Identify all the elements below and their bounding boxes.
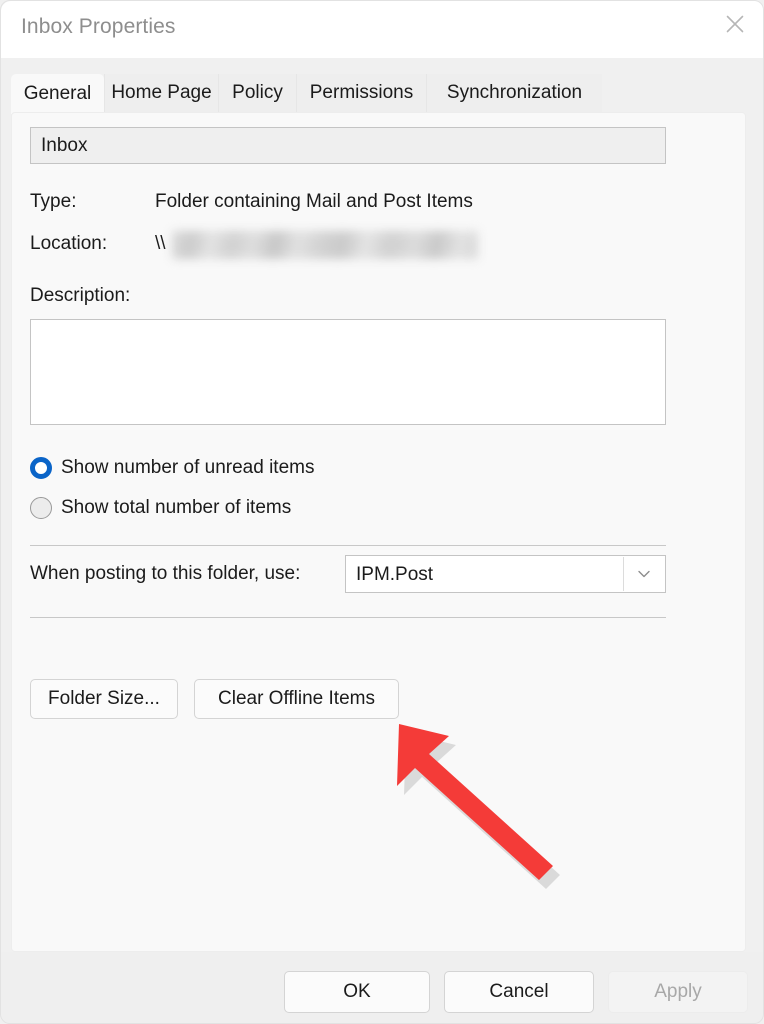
description-input[interactable] [30,319,666,425]
ok-button[interactable]: OK [284,971,430,1013]
page-title: Inbox Properties [21,15,176,38]
posting-selected-value: IPM.Post [356,564,434,585]
location-value: \\ [155,233,166,254]
type-value: Folder containing Mail and Post Items [155,191,473,212]
general-tab-panel: Inbox Type: Folder containing Mail and P… [11,112,746,952]
location-redacted-blur [172,231,478,259]
tab-synchronization[interactable]: Synchronization [426,74,602,112]
chevron-down-icon[interactable] [623,557,664,591]
radio-show-unread-items-label: Show number of unread items [61,457,315,478]
posting-label: When posting to this folder, use: [30,563,301,584]
cancel-button[interactable]: Cancel [444,971,594,1013]
folder-size-button[interactable]: Folder Size... [30,679,178,719]
tab-strip: General Home Page Policy Permissions Syn… [11,74,602,114]
clear-offline-items-button[interactable]: Clear Offline Items [194,679,399,719]
close-button[interactable] [705,1,763,47]
dialog-footer: OK Cancel Apply [1,952,763,1023]
inbox-properties-dialog: Inbox Properties General Home Page Polic… [0,0,764,1024]
posting-form-select[interactable]: IPM.Post [345,555,666,593]
description-label: Description: [30,285,131,306]
tab-permissions[interactable]: Permissions [296,74,426,112]
folder-name-field[interactable]: Inbox [30,127,666,164]
title-bar: Inbox Properties [1,1,763,58]
tab-home-page[interactable]: Home Page [104,74,218,112]
radio-show-unread-items[interactable]: Show number of unread items [30,453,314,483]
type-label: Type: [30,191,77,212]
tab-general[interactable]: General [11,74,104,114]
radio-selected-icon [30,457,52,479]
apply-button: Apply [608,971,748,1013]
close-icon [724,13,746,35]
divider-bottom [30,617,666,618]
tab-policy[interactable]: Policy [218,74,296,112]
divider-top [30,545,666,546]
radio-unselected-icon [30,497,52,519]
radio-show-total-items[interactable]: Show total number of items [30,493,291,523]
radio-show-total-items-label: Show total number of items [61,497,292,518]
location-label: Location: [30,233,108,254]
